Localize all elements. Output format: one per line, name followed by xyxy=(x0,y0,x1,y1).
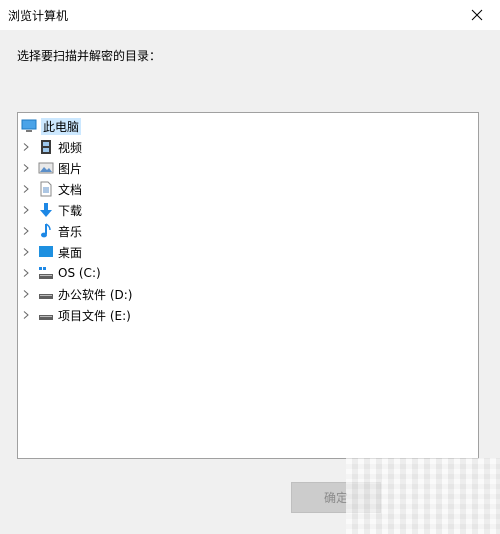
chevron-right-icon[interactable] xyxy=(20,200,32,220)
watermark-overlay xyxy=(346,458,500,534)
folder-tree[interactable]: 此电脑 视频 图片 文档 下载 音乐 桌面 OS (C:) 办公软件 (D:) … xyxy=(17,112,479,459)
desktop-icon xyxy=(38,244,54,260)
computer-icon xyxy=(21,118,37,134)
tree-node-label: 桌面 xyxy=(58,245,83,260)
chevron-right-icon[interactable] xyxy=(20,305,32,325)
tree-node-label: 下载 xyxy=(58,203,83,218)
title-bar: 浏览计算机 xyxy=(0,0,500,30)
tree-node-label: OS (C:) xyxy=(58,266,101,280)
video-folder-icon xyxy=(38,139,54,155)
chevron-right-icon[interactable] xyxy=(20,242,32,262)
chevron-right-icon[interactable] xyxy=(20,158,32,178)
tree-node-desktop[interactable]: 桌面 xyxy=(18,242,82,262)
tree-node-music[interactable]: 音乐 xyxy=(18,221,82,241)
drive-icon xyxy=(38,286,54,302)
close-button[interactable] xyxy=(454,0,500,30)
download-icon xyxy=(38,202,54,218)
tree-node-drive-d[interactable]: 办公软件 (D:) xyxy=(18,284,132,304)
tree-node-label: 项目文件 (E:) xyxy=(58,308,131,323)
tree-node-drive-e[interactable]: 项目文件 (E:) xyxy=(18,305,131,325)
tree-node-this-pc[interactable]: 此电脑 xyxy=(19,116,82,136)
chevron-right-icon[interactable] xyxy=(20,284,32,304)
tree-node-label: 音乐 xyxy=(58,224,83,239)
chevron-right-icon[interactable] xyxy=(20,137,32,157)
tree-node-label: 视频 xyxy=(58,140,83,155)
window-title: 浏览计算机 xyxy=(8,9,69,23)
tree-node-videos[interactable]: 视频 xyxy=(18,137,82,157)
documents-folder-icon xyxy=(38,181,54,197)
music-icon xyxy=(38,223,54,239)
close-icon xyxy=(471,9,483,21)
tree-node-label: 办公软件 (D:) xyxy=(58,287,133,302)
instruction-label: 选择要扫描并解密的目录： xyxy=(17,49,162,63)
drive-icon xyxy=(38,307,54,323)
chevron-right-icon[interactable] xyxy=(20,221,32,241)
tree-node-label: 文档 xyxy=(58,182,83,197)
tree-node-documents[interactable]: 文档 xyxy=(18,179,82,199)
chevron-right-icon[interactable] xyxy=(20,179,32,199)
tree-node-label: 图片 xyxy=(58,161,83,176)
tree-node-pictures[interactable]: 图片 xyxy=(18,158,82,178)
tree-node-drive-c[interactable]: OS (C:) xyxy=(18,263,101,283)
tree-node-downloads[interactable]: 下载 xyxy=(18,200,82,220)
system-drive-icon xyxy=(38,265,54,281)
tree-node-label: 此电脑 xyxy=(41,117,82,135)
pictures-folder-icon xyxy=(38,160,54,176)
chevron-right-icon[interactable] xyxy=(20,263,32,283)
